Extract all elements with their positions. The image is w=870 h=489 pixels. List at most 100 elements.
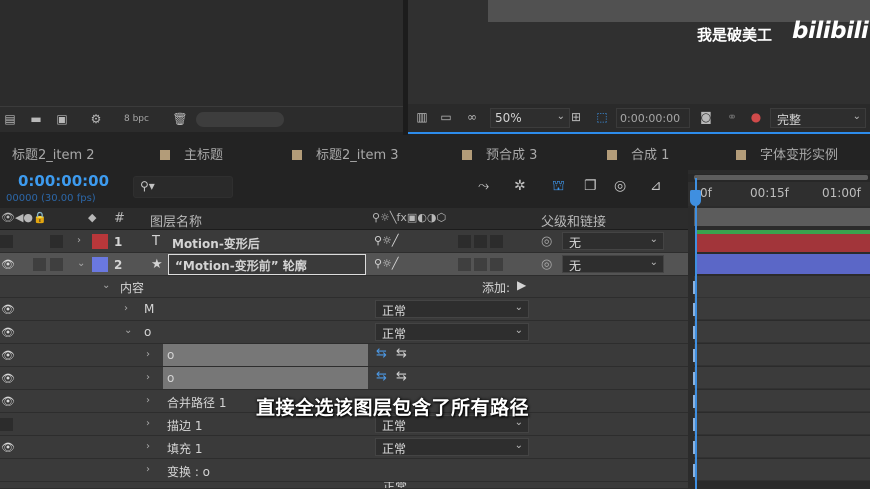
layer-name-edit-field[interactable]: “Motion-变形前” 轮廓 <box>168 254 366 275</box>
path-row-2[interactable]: 👁 › o ⇆ ⇆ <box>0 367 688 390</box>
lock-switch[interactable] <box>50 235 63 248</box>
switch-box[interactable] <box>474 258 487 271</box>
chevron-down-icon[interactable]: ⌄ <box>124 325 132 336</box>
work-area-bar[interactable] <box>694 208 870 226</box>
video-switch[interactable] <box>0 418 13 431</box>
switch-box[interactable] <box>474 235 487 248</box>
playhead-line[interactable] <box>695 178 697 489</box>
time-navigator-bar[interactable] <box>694 175 868 180</box>
layer-1-duration-bar[interactable] <box>696 234 870 252</box>
parent-select[interactable]: 无 ⌄ <box>562 232 664 250</box>
eye-icon[interactable]: 👁 <box>1 442 15 453</box>
composition-flowchart-icon[interactable]: ⤳ <box>478 178 489 194</box>
layer-search-input[interactable]: ⚲▾ <box>133 176 233 198</box>
layer-2-duration-bar[interactable] <box>696 254 870 274</box>
camera-icon[interactable]: ◙ <box>698 111 714 124</box>
chevron-down-icon[interactable]: ⌄ <box>102 280 110 291</box>
blend-mode-select[interactable]: 正常 ⌄ <box>375 438 529 456</box>
color-channels-icon[interactable]: ● <box>748 111 764 124</box>
solo-switch[interactable] <box>33 258 46 271</box>
layer-row-2[interactable]: 👁 ⌄ 2 ★ “Motion-变形前” 轮廓 ⚲☼╱ ◎ 无 ⌄ <box>0 253 688 276</box>
eye-icon[interactable]: 👁 <box>1 373 15 384</box>
shy-layers-icon[interactable]: ⛫ <box>552 178 565 196</box>
layer-row-1[interactable]: › 1 T Motion-变形后 ⚲☼╱ ◎ 无 ⌄ <box>0 230 688 253</box>
graph-editor-icon[interactable]: ⊿ <box>650 178 662 194</box>
reverse-path-icon[interactable]: ⇆ <box>396 346 407 361</box>
path-direction-icon[interactable]: ⇆ <box>376 369 387 384</box>
always-preview-icon[interactable]: ▥ <box>414 111 430 124</box>
chevron-right-icon[interactable]: › <box>146 395 150 406</box>
chevron-right-icon[interactable]: › <box>146 372 150 383</box>
transform-row[interactable]: › 变换 : o <box>0 459 688 482</box>
lock-switch[interactable] <box>50 258 63 271</box>
path-direction-icon[interactable]: ⇆ <box>376 346 387 361</box>
chevron-right-icon[interactable]: › <box>146 464 150 475</box>
next-row[interactable]: 正常 <box>0 482 688 489</box>
chevron-right-icon[interactable]: › <box>77 235 81 246</box>
av-features-icon[interactable]: 👁◀●🔒 <box>1 211 47 224</box>
resolution-icon[interactable]: ⊞ <box>568 111 584 124</box>
layer-switches[interactable]: ⚲☼╱ <box>374 257 399 270</box>
snapshot-icon[interactable]: ⚭ <box>724 111 740 124</box>
fill-row[interactable]: 👁 › 填充 1 正常 ⌄ <box>0 436 688 459</box>
switch-box[interactable] <box>490 235 503 248</box>
switch-box[interactable] <box>458 258 471 271</box>
chevron-down-icon[interactable]: ⌄ <box>77 258 85 269</box>
chevron-right-icon[interactable]: › <box>146 349 150 360</box>
switches-header-icons[interactable]: ⚲☼╲fx▣◐◑⬡ <box>372 211 446 224</box>
eye-icon[interactable]: 👁 <box>1 396 15 407</box>
label-icon[interactable]: ◆ <box>88 211 96 224</box>
monitor-icon[interactable]: ▭ <box>438 111 454 124</box>
trash-icon[interactable]: 🗑 <box>172 113 188 126</box>
parent-select[interactable]: 无 ⌄ <box>562 255 664 273</box>
current-time-field[interactable]: 0:00:00:00 <box>616 108 690 128</box>
blend-mode-select[interactable]: 正常 ⌄ <box>375 323 529 341</box>
pick-whip-icon[interactable]: ◎ <box>541 234 552 249</box>
contents-row[interactable]: ⌄ 内容 添加: ▶ <box>0 276 688 298</box>
draft-3d-icon[interactable]: ✲ <box>514 178 526 194</box>
column-parent-link[interactable]: 父级和链接 <box>541 211 606 230</box>
tab-comp-1[interactable]: 合成 1 <box>607 144 669 163</box>
playhead-handle[interactable] <box>690 190 701 206</box>
tab-font-morph[interactable]: 字体变形实例 <box>736 144 838 163</box>
region-of-interest-icon[interactable]: ⬚ <box>594 111 610 124</box>
chevron-right-icon[interactable]: › <box>146 418 150 429</box>
tab-item-2[interactable]: 标题2_item 2 <box>12 144 95 163</box>
eye-icon[interactable]: 👁 <box>1 327 15 338</box>
path-selection-highlight[interactable] <box>163 367 368 389</box>
tab-precomp-3[interactable]: 预合成 3 <box>462 144 537 163</box>
switch-box[interactable] <box>490 258 503 271</box>
add-menu-icon[interactable]: ▶ <box>517 278 526 292</box>
resolution-select[interactable]: 完整 ⌄ <box>770 108 866 128</box>
new-composition-icon[interactable]: ▣ <box>54 113 70 126</box>
zoom-select[interactable]: 50% ⌄ <box>490 108 570 128</box>
path-row-1[interactable]: 👁 › o ⇆ ⇆ <box>0 344 688 367</box>
layer-name[interactable]: Motion-变形后 <box>172 235 260 252</box>
chevron-right-icon[interactable]: › <box>124 303 128 314</box>
eye-icon[interactable]: 👁 <box>1 259 15 270</box>
vr-goggles-icon[interactable]: ∞ <box>464 111 480 124</box>
blend-mode-select[interactable]: 正常 ⌄ <box>375 300 529 318</box>
new-folder-icon[interactable]: ▬ <box>28 113 44 126</box>
reverse-path-icon[interactable]: ⇆ <box>396 369 407 384</box>
layer-label-color[interactable] <box>92 257 108 272</box>
motion-blur-icon[interactable]: ◎ <box>614 178 626 194</box>
eye-icon[interactable]: 👁 <box>1 350 15 361</box>
tab-main-title[interactable]: 主标题 <box>160 144 223 163</box>
project-settings-icon[interactable]: ⚙ <box>88 113 104 126</box>
switch-box[interactable] <box>458 235 471 248</box>
frame-blending-icon[interactable]: ❐ <box>584 178 597 194</box>
group-row-m[interactable]: 👁 › M 正常 ⌄ <box>0 298 688 321</box>
layer-switches[interactable]: ⚲☼╱ <box>374 234 399 247</box>
column-number[interactable]: # <box>114 211 125 226</box>
path-selection-highlight[interactable] <box>163 344 368 366</box>
video-switch[interactable] <box>0 235 13 248</box>
project-scrollbar[interactable] <box>196 112 284 127</box>
current-time-display[interactable]: 0:00:00:00 <box>18 172 109 190</box>
bit-depth-button[interactable]: 8 bpc <box>124 114 149 124</box>
eye-icon[interactable]: 👁 <box>1 304 15 315</box>
tab-item-3[interactable]: 标题2_item 3 <box>292 144 399 163</box>
column-layer-name[interactable]: 图层名称 <box>150 211 202 230</box>
interpret-footage-icon[interactable]: ▤ <box>2 113 18 126</box>
pick-whip-icon[interactable]: ◎ <box>541 257 552 272</box>
